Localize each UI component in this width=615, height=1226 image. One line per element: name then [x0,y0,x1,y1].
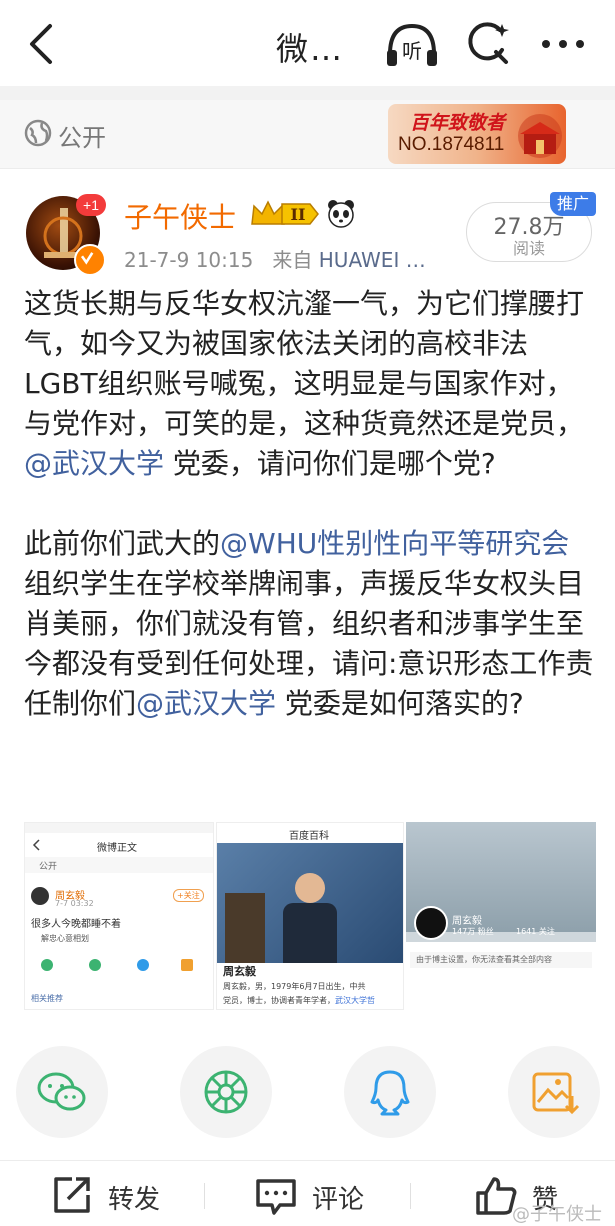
paragraph-2: 此前你们武大的@WHU性别性向平等研究会 组织学生在学校举牌闹事，声援反华女权头… [24,524,594,724]
verified-badge-icon [74,244,106,276]
thumb1-related: 相关推荐 [31,994,63,1003]
thumb3-avatar [414,906,448,940]
share-row [0,1040,615,1140]
repost-button[interactable]: 转发 [50,1173,180,1217]
thumb2-desc2-line: 党员，博士，协调者青年学者，武汉大学哲 [223,995,375,1006]
thumb3-stats1: 147万 粉丝 [452,927,494,936]
source-prefix: 来自 [272,248,313,272]
thumb-back-icon [32,839,40,851]
image-gallery: 微博正文 公开 周玄毅 7-7 03:32 +关注 很多人今晚都睡不着 解忠心意… [24,822,596,1010]
mention-whu[interactable]: @武汉大学 [24,447,164,480]
share-wechat-button[interactable] [16,1046,108,1138]
username[interactable]: 子午侠士 [124,196,236,236]
post-time: 21-7-9 10:15 [124,248,254,272]
search-icon[interactable] [464,20,510,66]
qq-icon [370,1070,410,1116]
divider-band [0,86,615,100]
thumb1-share-row [41,957,201,977]
mention-whu-gender-club[interactable]: @WHU性别性向平等研究会 [220,527,569,560]
post-content: 这货长期与反华女权沆瀣一气，为它们撑腰打气，如今又为被国家依法关闭的高校非法LG… [24,284,594,724]
thumb1-text: 很多人今晚都睡不着 [31,919,121,930]
back-arrow-icon[interactable] [22,22,62,66]
moments-icon [204,1070,248,1114]
p1-text-b: 党委，请问你们是哪个党? [164,447,496,480]
thumb1-follow: +关注 [173,889,204,902]
vip-level-text: II [291,205,306,224]
promo-tag[interactable]: 推广 [550,192,596,216]
thumb3-notice: 由于博主设置，你无法查看其全部内容 [416,955,552,964]
panda-icon [328,200,354,228]
badge-number: NO.1874811 [398,134,505,155]
thumb3-stats2: 1641 关注 [516,927,555,936]
p2-text-a: 此前你们武大的 [24,527,221,560]
post-meta: 21-7-9 10:15 来自 HUAWEI … [124,244,426,273]
thumb1-public: 公开 [39,862,58,872]
thumb2-desc1: 周玄毅，男，1979年6月7日出生，中共 [223,982,366,991]
building-icon [518,114,562,158]
thumb1-date: 7-7 03:32 [55,899,94,908]
thumb1-title: 微博正文 [97,843,137,854]
mention-whu-2[interactable]: @武汉大学 [136,687,276,720]
thumb1-loc: 解忠心意相划 [41,934,89,943]
share-moments-button[interactable] [180,1046,272,1138]
svg-text:听: 听 [402,39,422,63]
globe-icon [24,119,52,147]
thumb3-name: 周玄毅 [452,916,482,927]
comment-label: 评论 [312,1185,365,1215]
save-image-icon [532,1072,580,1115]
top-bar: 微… 听 [0,0,615,86]
comment-icon [256,1179,296,1215]
watermark: @子午侠士 [512,1204,602,1225]
save-image-button[interactable] [508,1046,600,1138]
p1-text-a: 这货长期与反华女权沆瀣一气，为它们撑腰打气，如今又为被国家依法关闭的高校非法LG… [24,287,585,440]
p2-text-c: 党委是如何落实的? [276,687,524,720]
thumb2-name: 周玄毅 [223,965,256,978]
separator [204,1183,205,1209]
page-title: 微… [276,30,345,68]
post-source[interactable]: HUAWEI … [319,248,426,272]
thumb1-avatar [31,887,49,905]
thumbnail-weibo-post[interactable]: 微博正文 公开 周玄毅 7-7 03:32 +关注 很多人今晚都睡不着 解忠心意… [24,822,214,1010]
separator [410,1183,411,1209]
thumb2-photo [217,843,403,963]
thumb2-title: 百度百科 [289,831,329,842]
comment-button[interactable]: 评论 [254,1173,384,1217]
wechat-icon [37,1072,86,1111]
more-options-icon[interactable] [540,38,586,50]
badge-title: 百年致敬者 [410,112,506,134]
listen-headphone-icon[interactable]: 听 [384,20,440,70]
plus-one-badge: +1 [76,194,106,216]
visibility-label: 公开 [58,124,106,152]
repost-icon [54,1177,90,1213]
vip-level-icon[interactable]: II [250,198,320,230]
repost-label: 转发 [108,1185,161,1215]
thumb2-link: 武汉大学哲 [335,996,375,1005]
share-qq-button[interactable] [344,1046,436,1138]
thumb2-desc2: 党员，博士，协调者青年学者， [223,996,335,1005]
thumbnail-profile[interactable]: 周玄毅 147万 粉丝 1641 关注 由于博主设置，你无法查看其全部内容 [406,822,596,1008]
paragraph-1: 这货长期与反华女权沆瀣一气，为它们撑腰打气，如今又为被国家依法关闭的高校非法LG… [24,284,594,484]
read-label: 阅读 [512,239,545,258]
thumbnail-baike[interactable]: 百度百科 周玄毅 周玄毅，男，1979年6月7日出生，中共 党员，博士，协调者青… [216,822,404,1010]
centennial-badge[interactable]: 百年致敬者 NO.1874811 [388,104,566,164]
